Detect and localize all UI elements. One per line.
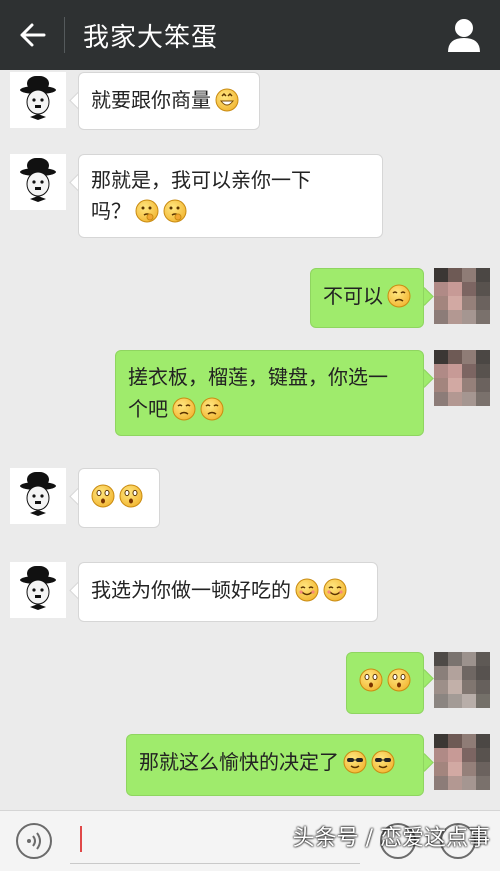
- message-text: 个吧: [128, 397, 168, 421]
- worried-emoji-icon: [200, 397, 224, 421]
- profile-button[interactable]: [446, 16, 482, 54]
- message-bubble[interactable]: 就要跟你商量: [78, 72, 260, 130]
- message-text: 那就这么愉快的决定了: [139, 750, 339, 774]
- message-bubble[interactable]: 我选为你做一顿好吃的: [78, 562, 378, 622]
- back-button[interactable]: [0, 0, 64, 70]
- header-divider: [64, 17, 65, 53]
- contact-avatar[interactable]: [10, 562, 66, 618]
- message-bubble[interactable]: [78, 468, 160, 528]
- message-bubble[interactable]: 那就是，我可以亲你一下 吗？: [78, 154, 383, 238]
- worried-emoji-icon: [387, 284, 411, 308]
- message-text: 搓衣板，榴莲，键盘，你选一: [128, 365, 388, 389]
- contact-avatar[interactable]: [10, 468, 66, 524]
- message-text: 那就是，我可以亲你一下: [91, 168, 311, 192]
- message-text: 不可以: [323, 284, 383, 308]
- voice-wave-icon: [27, 832, 41, 850]
- voice-button[interactable]: [16, 823, 52, 859]
- grin-emoji-icon: [215, 88, 239, 112]
- worried-emoji-icon: [172, 397, 196, 421]
- thinking-emoji-icon: [135, 199, 159, 223]
- contact-avatar[interactable]: [10, 72, 66, 128]
- thinking-emoji-icon: [163, 199, 187, 223]
- watermark: 头条号 / 恋爱这点事: [292, 826, 490, 851]
- smile-emoji-icon: [323, 578, 347, 602]
- shocked-emoji-icon: [387, 668, 411, 692]
- message-text: 吗？: [91, 199, 131, 223]
- top-bar: 我家大笨蛋: [0, 0, 500, 70]
- contact-avatar[interactable]: [10, 154, 66, 210]
- message-bubble[interactable]: 搓衣板，榴莲，键盘，你选一 个吧: [115, 350, 424, 436]
- smile-emoji-icon: [295, 578, 319, 602]
- message-bubble[interactable]: [346, 652, 424, 714]
- self-avatar[interactable]: [434, 350, 490, 406]
- cool-emoji-icon: [371, 750, 395, 774]
- shocked-emoji-icon: [91, 484, 115, 508]
- self-avatar[interactable]: [434, 652, 490, 708]
- message-bubble[interactable]: 那就这么愉快的决定了: [126, 734, 424, 796]
- message-text: 我选为你做一顿好吃的: [91, 578, 291, 602]
- shocked-emoji-icon: [119, 484, 143, 508]
- chat-title: 我家大笨蛋: [83, 22, 219, 53]
- self-avatar[interactable]: [434, 268, 490, 324]
- shocked-emoji-icon: [359, 668, 383, 692]
- arrow-left-icon: [20, 23, 46, 47]
- self-avatar[interactable]: [434, 734, 490, 790]
- text-caret: [80, 826, 82, 852]
- message-bubble[interactable]: 不可以: [310, 268, 424, 328]
- user-icon: [448, 19, 480, 52]
- cool-emoji-icon: [343, 750, 367, 774]
- message-text: 就要跟你商量: [91, 88, 211, 112]
